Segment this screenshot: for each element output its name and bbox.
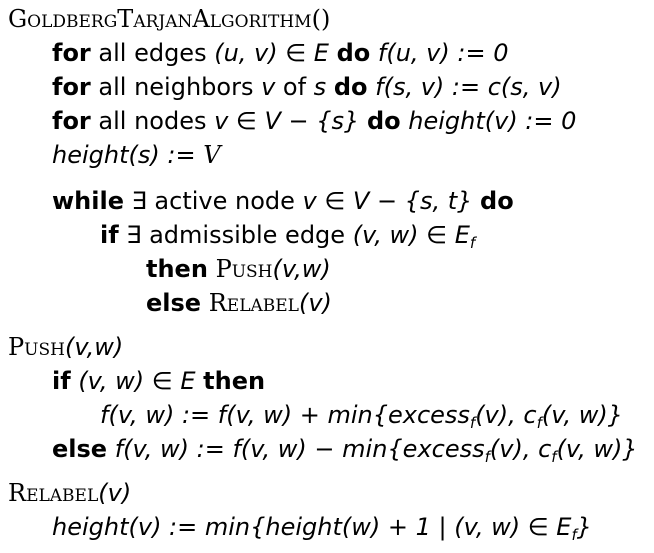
math: (v) [98, 479, 132, 507]
code-line-13: height(v) := min{height(w) + 1 | (v, w) … [52, 512, 592, 550]
math: (v,w) [272, 255, 331, 283]
math: (v, w)} [556, 435, 638, 463]
call-relabel: Relabel [208, 289, 299, 317]
math: v ∈ V − {s} [214, 107, 360, 135]
math: } [576, 513, 592, 541]
keyword-else: else [52, 435, 108, 463]
math: f(v, w) := f(v, w) + min{ [100, 401, 388, 429]
keyword-then: then [146, 255, 208, 283]
math: s [313, 73, 327, 101]
keyword-for: for [52, 73, 91, 101]
text: of [275, 73, 314, 101]
text: all nodes [90, 107, 215, 135]
math: (v, w) ∈ E [78, 367, 196, 395]
keyword-for: for [52, 39, 91, 67]
math: (v, w) ∈ E [352, 221, 470, 249]
math: height(v) := min{height(w) + 1 | (v, w) … [52, 513, 572, 541]
math: excess [402, 435, 485, 463]
keyword-while: while [52, 187, 124, 215]
subscript: f [469, 234, 476, 252]
math: (v), c [475, 401, 537, 429]
math-script-v: V [203, 141, 221, 169]
text: ∃ admissible edge [118, 221, 353, 249]
math: (v, w)} [541, 401, 623, 429]
procedure-heading-main: GoldbergTarjanAlgorithm() [8, 4, 330, 34]
math: f(u, v) := 0 [377, 39, 509, 67]
code-line-5: while ∃ active node v ∈ V − {s, t} do [52, 186, 514, 216]
text: ∃ active node [124, 187, 303, 215]
code-line-8: else Relabel(v) [146, 288, 332, 318]
math: height(s) := [52, 141, 204, 169]
math: v ∈ V − {s, t} [302, 187, 473, 215]
algorithm-pseudocode: GoldbergTarjanAlgorithm() for all edges … [0, 0, 654, 553]
math: (v) [298, 289, 332, 317]
math: (v,w) [64, 333, 124, 361]
keyword-if: if [100, 221, 119, 249]
code-line-6: if ∃ admissible edge (v, w) ∈ Ef [100, 220, 475, 258]
code-line-4: height(s) := V [52, 140, 221, 170]
keyword-for: for [52, 107, 91, 135]
code-line-2: for all neighbors v of s do f(s, v) := c… [52, 72, 562, 102]
keyword-do: do [336, 39, 371, 67]
procedure-name-relabel: Relabel [8, 479, 99, 507]
procedure-heading-relabel: Relabel(v) [8, 478, 131, 508]
code-line-10: f(v, w) := f(v, w) + min{excessf(v), cf(… [100, 400, 623, 438]
keyword-else: else [146, 289, 202, 317]
math: f(v, w) := f(v, w) − min{ [107, 435, 403, 463]
math: excess [387, 401, 470, 429]
text: all neighbors [90, 73, 262, 101]
keyword-do: do [333, 73, 368, 101]
code-line-7: then Push(v,w) [146, 254, 331, 284]
keyword-then: then [203, 367, 266, 395]
math: height(v) := 0 [408, 107, 577, 135]
code-line-1: for all edges (u, v) ∈ E do f(u, v) := 0 [52, 38, 508, 68]
math: (v), c [489, 435, 552, 463]
math: (u, v) ∈ E [214, 39, 329, 67]
keyword-do: do [366, 107, 401, 135]
code-line-9: if (v, w) ∈ E then [52, 366, 265, 396]
keyword-if: if [52, 367, 71, 395]
math: v [261, 73, 276, 101]
text: all edges [90, 39, 215, 67]
keyword-do: do [480, 187, 514, 215]
math: f(s, v) := c(s, v) [375, 73, 562, 101]
procedure-heading-push: Push(v,w) [8, 332, 123, 362]
procedure-name-push: Push [8, 333, 65, 361]
procedure-name-main: GoldbergTarjanAlgorithm() [8, 5, 331, 33]
code-line-11: else f(v, w) := f(v, w) − min{excessf(v)… [52, 434, 638, 472]
code-line-3: for all nodes v ∈ V − {s} do height(v) :… [52, 106, 576, 136]
call-push: Push [215, 255, 273, 283]
